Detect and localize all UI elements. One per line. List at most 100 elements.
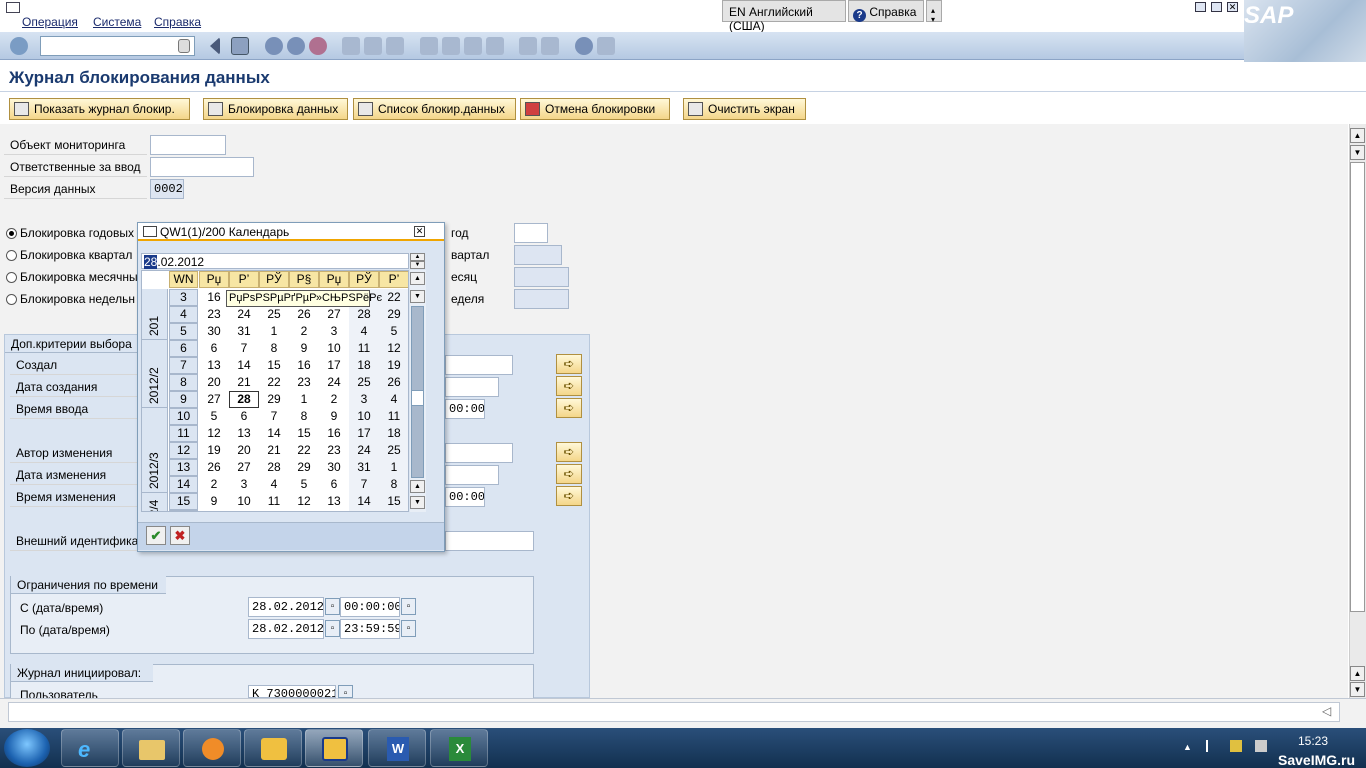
calendar-day[interactable]: 26	[289, 306, 319, 323]
data-version-input[interactable]: 0002	[150, 179, 184, 199]
calendar-day[interactable]: 13	[199, 357, 229, 374]
language-indicator[interactable]: EN Английский (США)	[722, 0, 846, 33]
creation-date-input[interactable]	[445, 377, 499, 397]
calendar-day[interactable]: 31	[349, 459, 379, 476]
explorer-taskbar-icon[interactable]	[122, 729, 180, 767]
to-time-input[interactable]: 23:59:59	[340, 619, 400, 639]
calendar-day[interactable]: 5	[379, 323, 408, 340]
calendar-day[interactable]: 22	[379, 289, 408, 306]
new-session-icon[interactable]	[519, 37, 537, 55]
calendar-day[interactable]: 15	[379, 493, 408, 510]
created-by-input[interactable]	[445, 355, 513, 375]
menu-help[interactable]: Справка	[154, 15, 201, 29]
calendar-day[interactable]: 27	[199, 391, 229, 408]
calendar-day[interactable]: 11	[349, 340, 379, 357]
calendar-day[interactable]: 25	[349, 374, 379, 391]
next-page-icon[interactable]	[464, 37, 482, 55]
multiple-selection-button[interactable]: ➪	[556, 442, 582, 462]
last-page-icon[interactable]	[486, 37, 504, 55]
calendar-day[interactable]: 31	[229, 323, 259, 340]
cancel-button[interactable]: ✖	[170, 526, 190, 545]
sap-taskbar-icon[interactable]	[305, 729, 363, 767]
radio-weekly-lock[interactable]	[6, 294, 17, 305]
calendar-day[interactable]	[199, 510, 229, 511]
media-taskbar-icon[interactable]	[183, 729, 241, 767]
calendar-day[interactable]: 9	[199, 493, 229, 510]
calendar-day[interactable]: 24	[349, 442, 379, 459]
calendar-day[interactable]: 16	[199, 289, 229, 306]
calendar-day[interactable]: 2	[319, 391, 349, 408]
restore-button[interactable]	[1211, 2, 1222, 12]
calendar-day[interactable]	[229, 510, 259, 511]
calendar-day[interactable]: 16	[319, 425, 349, 442]
cancel-icon[interactable]	[309, 37, 327, 55]
calendar-day[interactable]: 10	[349, 408, 379, 425]
multiple-selection-button[interactable]: ➪	[556, 354, 582, 374]
scroll-up-icon[interactable]: ▲	[1350, 128, 1365, 143]
calendar-day[interactable]: 12	[199, 425, 229, 442]
calendar-day[interactable]: 21	[229, 374, 259, 391]
layout-icon[interactable]	[597, 37, 615, 55]
calendar-day[interactable]: 27	[229, 459, 259, 476]
calendar-day[interactable]	[379, 510, 408, 511]
calendar-day[interactable]: 27	[319, 306, 349, 323]
calendar-day[interactable]: 13	[229, 425, 259, 442]
calendar-day[interactable]: 17	[319, 357, 349, 374]
calendar-day[interactable]	[349, 510, 379, 511]
multiple-selection-button[interactable]: ➪	[556, 376, 582, 396]
calendar-day[interactable]: 19	[379, 357, 408, 374]
week-number[interactable]: 5	[169, 323, 198, 340]
week-input[interactable]	[514, 289, 569, 309]
week-number[interactable]: 14	[169, 476, 198, 493]
confirm-button[interactable]: ✔	[146, 526, 166, 545]
month-input[interactable]	[514, 267, 569, 287]
calendar-day[interactable]: 4	[349, 323, 379, 340]
week-number[interactable]: 11	[169, 425, 198, 442]
week-number[interactable]: 8	[169, 374, 198, 391]
calendar-day[interactable]	[289, 510, 319, 511]
month-label[interactable]: 2012/3	[142, 408, 168, 493]
minimize-button[interactable]	[1195, 2, 1206, 12]
menu-system[interactable]: Система	[93, 15, 141, 29]
show-lock-log-button[interactable]: Показать журнал блокир.	[9, 98, 190, 120]
spin-down-icon[interactable]: ▼	[410, 261, 425, 269]
calendar-day[interactable]: 11	[259, 493, 289, 510]
calendar-day[interactable]: 23	[199, 306, 229, 323]
calendar-day[interactable]: 14	[349, 493, 379, 510]
calendar-day[interactable]: 10	[319, 340, 349, 357]
calendar-day[interactable]: 11	[379, 408, 408, 425]
calendar-day[interactable]: 28	[349, 306, 379, 323]
calendar-day[interactable]: 22	[289, 442, 319, 459]
calendar-day[interactable]: 21	[259, 442, 289, 459]
first-page-icon[interactable]	[420, 37, 438, 55]
calendar-day[interactable]: 3	[229, 476, 259, 493]
calendar-day[interactable]: 18	[349, 357, 379, 374]
calendar-day[interactable]: 10	[229, 493, 259, 510]
calendar-day[interactable]: 24	[229, 306, 259, 323]
from-time-input[interactable]: 00:00:00	[340, 597, 400, 617]
calendar-date-field[interactable]: 28.02.2012	[141, 253, 409, 269]
calendar-day[interactable]: 23	[289, 374, 319, 391]
close-icon[interactable]: ✕	[414, 226, 425, 237]
calendar-day[interactable]: 1	[379, 459, 408, 476]
exit-icon[interactable]	[287, 37, 305, 55]
radio-quarterly-lock[interactable]	[6, 250, 17, 261]
week-number[interactable]: 6	[169, 340, 198, 357]
search-help-icon[interactable]: ▫	[338, 685, 353, 699]
calendar-day[interactable]: 25	[379, 442, 408, 459]
enter-icon[interactable]	[10, 37, 28, 55]
calendar-day[interactable]: 29	[379, 306, 408, 323]
external-id-input[interactable]	[445, 531, 534, 551]
calendar-day[interactable]: 19	[199, 442, 229, 459]
help-button[interactable]: ? Справка	[848, 0, 924, 22]
command-history-icon[interactable]	[178, 39, 190, 53]
calendar-day[interactable]: 28	[259, 459, 289, 476]
excel-taskbar-icon[interactable]: X	[430, 729, 488, 767]
tray-expand-icon[interactable]: ▲	[1183, 742, 1192, 752]
radio-monthly-lock[interactable]	[6, 272, 17, 283]
multiple-selection-button[interactable]: ➪	[556, 464, 582, 484]
month-label[interactable]: 201	[142, 289, 168, 340]
spin-up-icon[interactable]: ▲	[410, 253, 425, 261]
calendar-day[interactable]: 26	[379, 374, 408, 391]
calendar-day[interactable]: 23	[319, 442, 349, 459]
